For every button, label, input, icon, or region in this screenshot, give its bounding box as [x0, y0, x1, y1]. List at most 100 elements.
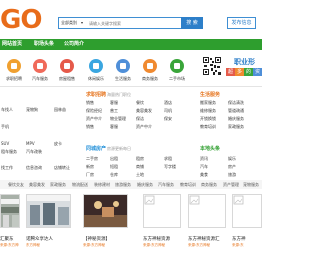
link-item[interactable]: 客服	[110, 124, 118, 129]
strip-link[interactable]: 婚庆服务	[137, 182, 153, 188]
section-heading-property[interactable]: 同城房产	[86, 146, 106, 152]
link-item[interactable]: MPV	[26, 141, 35, 146]
listing-thumbnail[interactable]	[26, 194, 71, 228]
link-item[interactable]: 物业管理	[110, 116, 126, 121]
link-item[interactable]: 资讯	[200, 156, 208, 161]
link-item[interactable]: 客服	[110, 100, 118, 105]
link-item[interactable]: 维修服务	[200, 108, 216, 113]
strip-link[interactable]: 资产管理	[223, 182, 239, 188]
image-placeholder-icon[interactable]	[143, 194, 181, 228]
link-item[interactable]: 婚庆服务	[228, 116, 244, 121]
link-item[interactable]: 手机	[1, 124, 9, 129]
strip-link[interactable]: 家政服务	[50, 182, 66, 188]
link-item[interactable]: 美食	[200, 172, 208, 177]
link-item[interactable]: 普工	[110, 108, 118, 113]
link-item[interactable]: SUV	[1, 141, 9, 146]
image-placeholder-icon[interactable]	[232, 194, 262, 228]
listing-thumbnail[interactable]	[83, 194, 128, 228]
strip-link[interactable]: 餐饮交友	[8, 182, 24, 188]
category-jobs[interactable]: 求职招聘	[2, 59, 26, 81]
link-item[interactable]: 宠物狗	[26, 107, 38, 112]
promo-tag: 的	[244, 68, 253, 76]
link-item[interactable]: 厂房	[86, 172, 94, 177]
listing-thumbnail[interactable]	[0, 194, 20, 228]
search-category-select[interactable]: 全部类别	[61, 20, 77, 25]
recycle-icon	[170, 59, 184, 73]
post-info-button[interactable]: 发布信息	[227, 17, 256, 29]
section-heading-jobs[interactable]: 求职招聘	[86, 92, 106, 98]
link-item[interactable]: 保洁	[136, 116, 144, 121]
strip-link[interactable]: 物流配送	[72, 182, 88, 188]
link-item[interactable]: 短租	[110, 164, 118, 169]
category-house[interactable]: 房屋租售	[55, 59, 79, 81]
image-placeholder-icon[interactable]	[188, 194, 226, 228]
link-item[interactable]: 资产中介	[86, 116, 102, 121]
listing-title[interactable]: 【神秘资源】	[83, 236, 110, 242]
strip-link[interactable]: 美容美发	[29, 182, 45, 188]
link-item[interactable]: 房产	[228, 164, 236, 169]
listing-title[interactable]: 东方神秘资源汇	[188, 236, 220, 242]
link-item[interactable]: 二手房	[86, 156, 98, 161]
link-item[interactable]: 餐饮	[136, 100, 144, 105]
link-item[interactable]: 酒店	[164, 100, 172, 105]
link-item[interactable]: 保安	[164, 116, 172, 121]
link-item[interactable]: 仓库	[110, 172, 118, 177]
link-item[interactable]: 皮卡	[54, 141, 62, 146]
link-item[interactable]: 求租	[164, 156, 172, 161]
strip-link[interactable]: 旅游服务	[115, 182, 131, 188]
listing-meta: 来源:东方神	[0, 243, 19, 247]
link-item[interactable]: 旅游	[228, 172, 236, 177]
link-item[interactable]: 土地	[136, 172, 144, 177]
link-item[interactable]: 保洁清洗	[228, 100, 244, 105]
link-item[interactable]: 管道疏通	[228, 108, 244, 113]
link-item[interactable]: 家政服务	[228, 124, 244, 129]
link-item[interactable]: 资产中介	[136, 124, 152, 129]
section-heading-local[interactable]: 本地头条	[200, 146, 220, 152]
strip-link[interactable]: 宠物服务	[243, 182, 259, 188]
link-item[interactable]: 园林苗	[54, 107, 66, 112]
nav-about[interactable]: 公司简介	[64, 39, 84, 50]
strip-link[interactable]: 汽车服务	[158, 182, 174, 188]
listing-title[interactable]: 东方神	[232, 236, 246, 242]
link-item[interactable]: 出租	[110, 156, 118, 161]
link-item[interactable]: 娱乐	[228, 156, 236, 161]
category-life[interactable]: 生活服务	[111, 59, 135, 81]
link-item[interactable]: 信息咨询	[26, 165, 42, 170]
search-input[interactable]	[89, 19, 169, 28]
strip-link[interactable]: 装修建材	[94, 182, 110, 188]
link-item[interactable]: 保险经纪	[86, 108, 102, 113]
category-business[interactable]: 商务服务	[138, 59, 162, 81]
link-item[interactable]: 找工作	[1, 165, 13, 170]
listing-title[interactable]: 东方神秘资源	[143, 236, 170, 242]
link-item[interactable]: 教育培训	[200, 124, 216, 129]
link-item[interactable]: 司机	[164, 108, 172, 113]
section-heading-life[interactable]: 生活服务	[200, 92, 220, 98]
listing-title[interactable]: 汇聚东	[0, 236, 14, 242]
search-button[interactable]: 搜 索	[181, 17, 203, 29]
link-item[interactable]: 写字楼	[164, 164, 176, 169]
link-item[interactable]: 汽车改装	[26, 149, 42, 154]
leisure-icon	[89, 59, 103, 73]
category-car[interactable]: 汽车服务	[28, 59, 52, 81]
link-item[interactable]: 商铺	[136, 164, 144, 169]
link-item[interactable]: 新房	[86, 164, 94, 169]
link-item[interactable]: 店铺转让	[54, 165, 70, 170]
link-item[interactable]: 租房	[136, 156, 144, 161]
category-leisure[interactable]: 休闲娱乐	[84, 59, 108, 81]
strip-link[interactable]: 教育培训	[180, 182, 196, 188]
link-item[interactable]: 销售	[86, 100, 94, 105]
nav-home[interactable]: 网站首页	[2, 39, 22, 50]
link-item[interactable]: 销售	[86, 124, 94, 129]
link-item[interactable]: 租车服务	[1, 149, 17, 154]
link-item[interactable]: 开锁换锁	[200, 116, 216, 121]
strip-link[interactable]: 商务服务	[201, 182, 217, 188]
site-logo[interactable]: GO	[0, 5, 42, 35]
nav-headlines[interactable]: 职场头条	[34, 39, 54, 50]
listing-title[interactable]: 诺腾众享达人	[26, 236, 53, 242]
link-item[interactable]: 车找人	[1, 107, 13, 112]
link-item[interactable]: 汽车	[200, 164, 208, 169]
qr-code-icon	[203, 57, 221, 75]
link-item[interactable]: 美容美发	[136, 108, 152, 113]
category-secondhand[interactable]: 二手市场	[165, 59, 189, 81]
link-item[interactable]: 搬家服务	[200, 100, 216, 105]
